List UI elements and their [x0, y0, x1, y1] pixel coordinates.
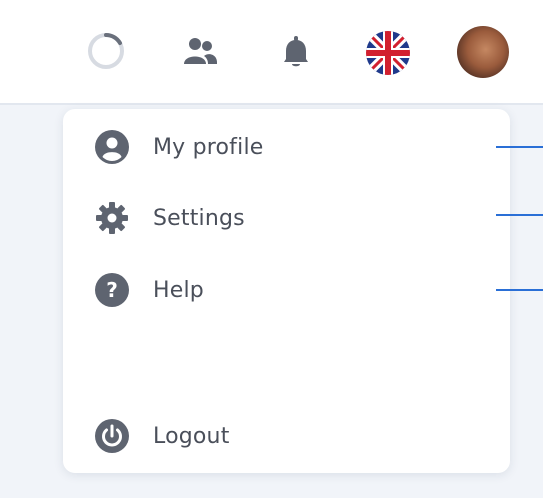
menu-item-label: Help	[153, 277, 204, 303]
gear-icon	[93, 199, 131, 237]
menu-item-my-profile[interactable]: My profile	[63, 119, 510, 175]
loading-spinner-icon	[86, 31, 126, 71]
user-avatar[interactable]	[457, 26, 509, 78]
question-circle-icon: ?	[93, 271, 131, 309]
bell-icon[interactable]	[276, 31, 316, 71]
menu-item-label: Logout	[153, 423, 230, 449]
menu-item-label: My profile	[153, 134, 264, 160]
menu-item-help[interactable]: ? Help	[63, 262, 510, 318]
svg-text:?: ?	[106, 278, 118, 302]
menu-item-settings[interactable]: Settings	[63, 190, 510, 246]
user-dropdown-menu: My profile Settings ? Help Logout	[63, 109, 510, 473]
top-bar-divider	[0, 103, 543, 105]
pointer-line	[496, 214, 543, 216]
menu-item-label: Settings	[153, 205, 245, 231]
power-icon	[93, 417, 131, 455]
pointer-line	[496, 146, 543, 148]
menu-item-logout[interactable]: Logout	[63, 408, 510, 464]
people-icon[interactable]	[180, 34, 220, 70]
uk-flag-icon[interactable]	[365, 30, 411, 76]
pointer-line	[496, 289, 543, 291]
user-circle-icon	[93, 128, 131, 166]
